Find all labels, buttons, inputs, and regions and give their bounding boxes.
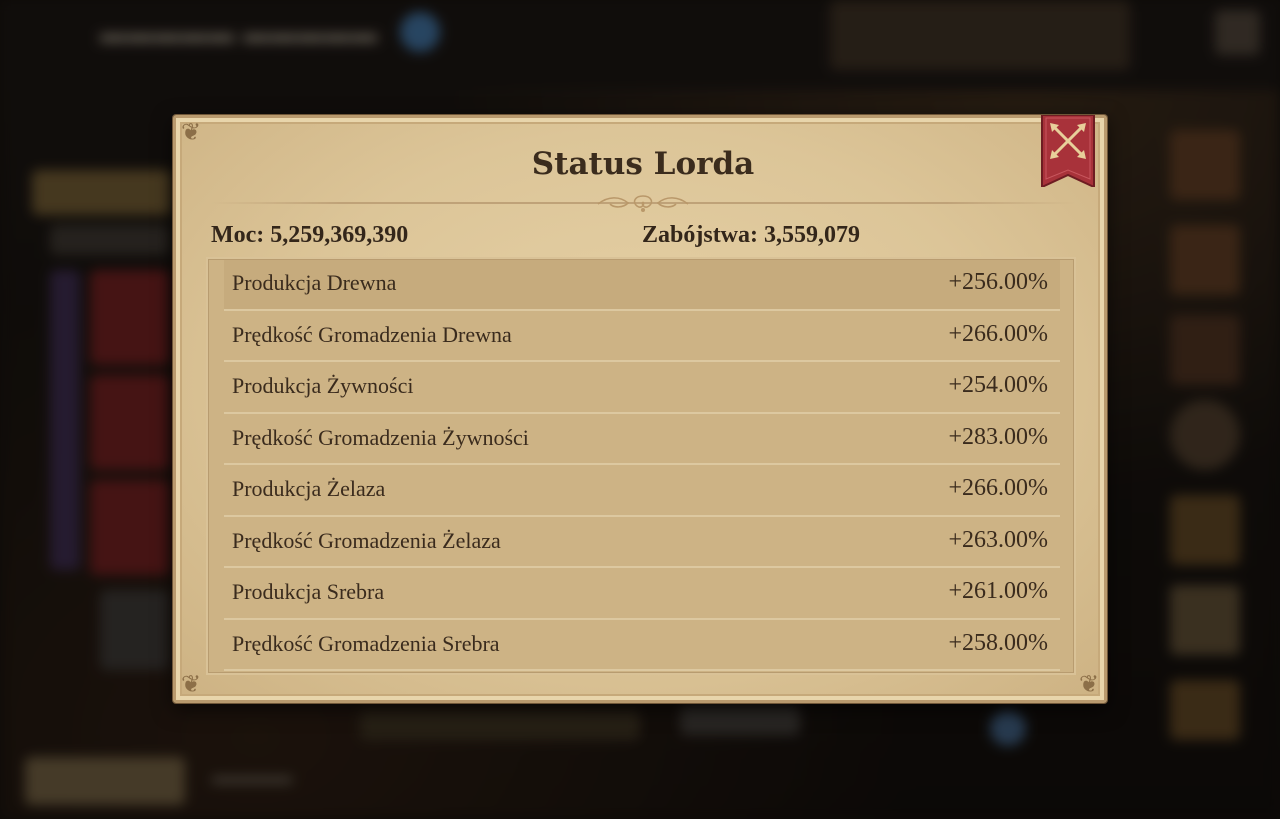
stat-row: Prędkość Gromadzenia Drewna +266.00% <box>224 311 1060 362</box>
stat-name: Produkcja Żywności <box>232 373 414 398</box>
stat-name: Produkcja Drewna <box>232 270 397 295</box>
stat-name: Prędkość Gromadzenia Żelaza <box>232 527 501 553</box>
stat-value: +266.00% <box>948 320 1048 347</box>
stat-row: Produkcja Żelaza +266.00% <box>224 465 1060 517</box>
close-button[interactable] <box>1040 114 1096 189</box>
stat-row: Produkcja Drewna +256.00% <box>224 259 1060 311</box>
power-stat: Moc: 5,259,369,390 <box>211 222 409 248</box>
stat-name: Produkcja Srebra <box>232 579 385 604</box>
stats-list: Produkcja Drewna +256.00% Prędkość Groma… <box>224 259 1060 671</box>
stat-name: Produkcja Żelaza <box>232 476 386 501</box>
stat-row: Prędkość Gromadzenia Żywności +283.00% <box>224 414 1060 465</box>
corner-ornament-icon: ❦ <box>1078 672 1100 698</box>
stat-value: +263.00% <box>948 526 1048 553</box>
stat-value: +256.00% <box>948 269 1048 295</box>
stats-list-box[interactable]: Produkcja Drewna +256.00% Prędkość Groma… <box>206 257 1076 675</box>
stat-name: Prędkość Gromadzenia Srebra <box>232 630 500 656</box>
stat-name: Prędkość Gromadzenia Żywności <box>232 424 529 450</box>
kills-stat: Zabójstwa: 3,559,079 <box>642 222 861 248</box>
stat-value: +254.00% <box>948 372 1048 398</box>
scroll-ornament-icon <box>597 195 689 212</box>
corner-ornament-icon: ❦ <box>180 120 202 146</box>
stat-value: +283.00% <box>948 423 1048 450</box>
stat-value: +266.00% <box>948 475 1048 501</box>
stat-row: Prędkość Gromadzenia Srebra +258.00% <box>224 620 1060 671</box>
game-screen: ▬▬▬▬▬ ▬▬▬▬▬ ▬▬▬▬ ❦ ❦ ❦ Status Lorda Moc:… <box>0 0 1280 819</box>
close-crossed-arrows-icon <box>1041 114 1095 189</box>
stat-value: +258.00% <box>948 629 1048 656</box>
dialog-title: Status Lorda <box>531 146 755 182</box>
stat-row: Produkcja Żywności +254.00% <box>224 362 1060 414</box>
stat-value: +261.00% <box>948 578 1048 604</box>
stat-row: Prędkość Gromadzenia Żelaza +263.00% <box>224 517 1060 568</box>
corner-ornament-icon: ❦ <box>180 672 202 698</box>
lord-status-dialog: ❦ ❦ ❦ Status Lorda Moc: 5,259,369,390 Za… <box>173 115 1107 703</box>
stat-name: Prędkość Gromadzenia Drewna <box>232 321 512 347</box>
stat-row: Produkcja Srebra +261.00% <box>224 568 1060 620</box>
